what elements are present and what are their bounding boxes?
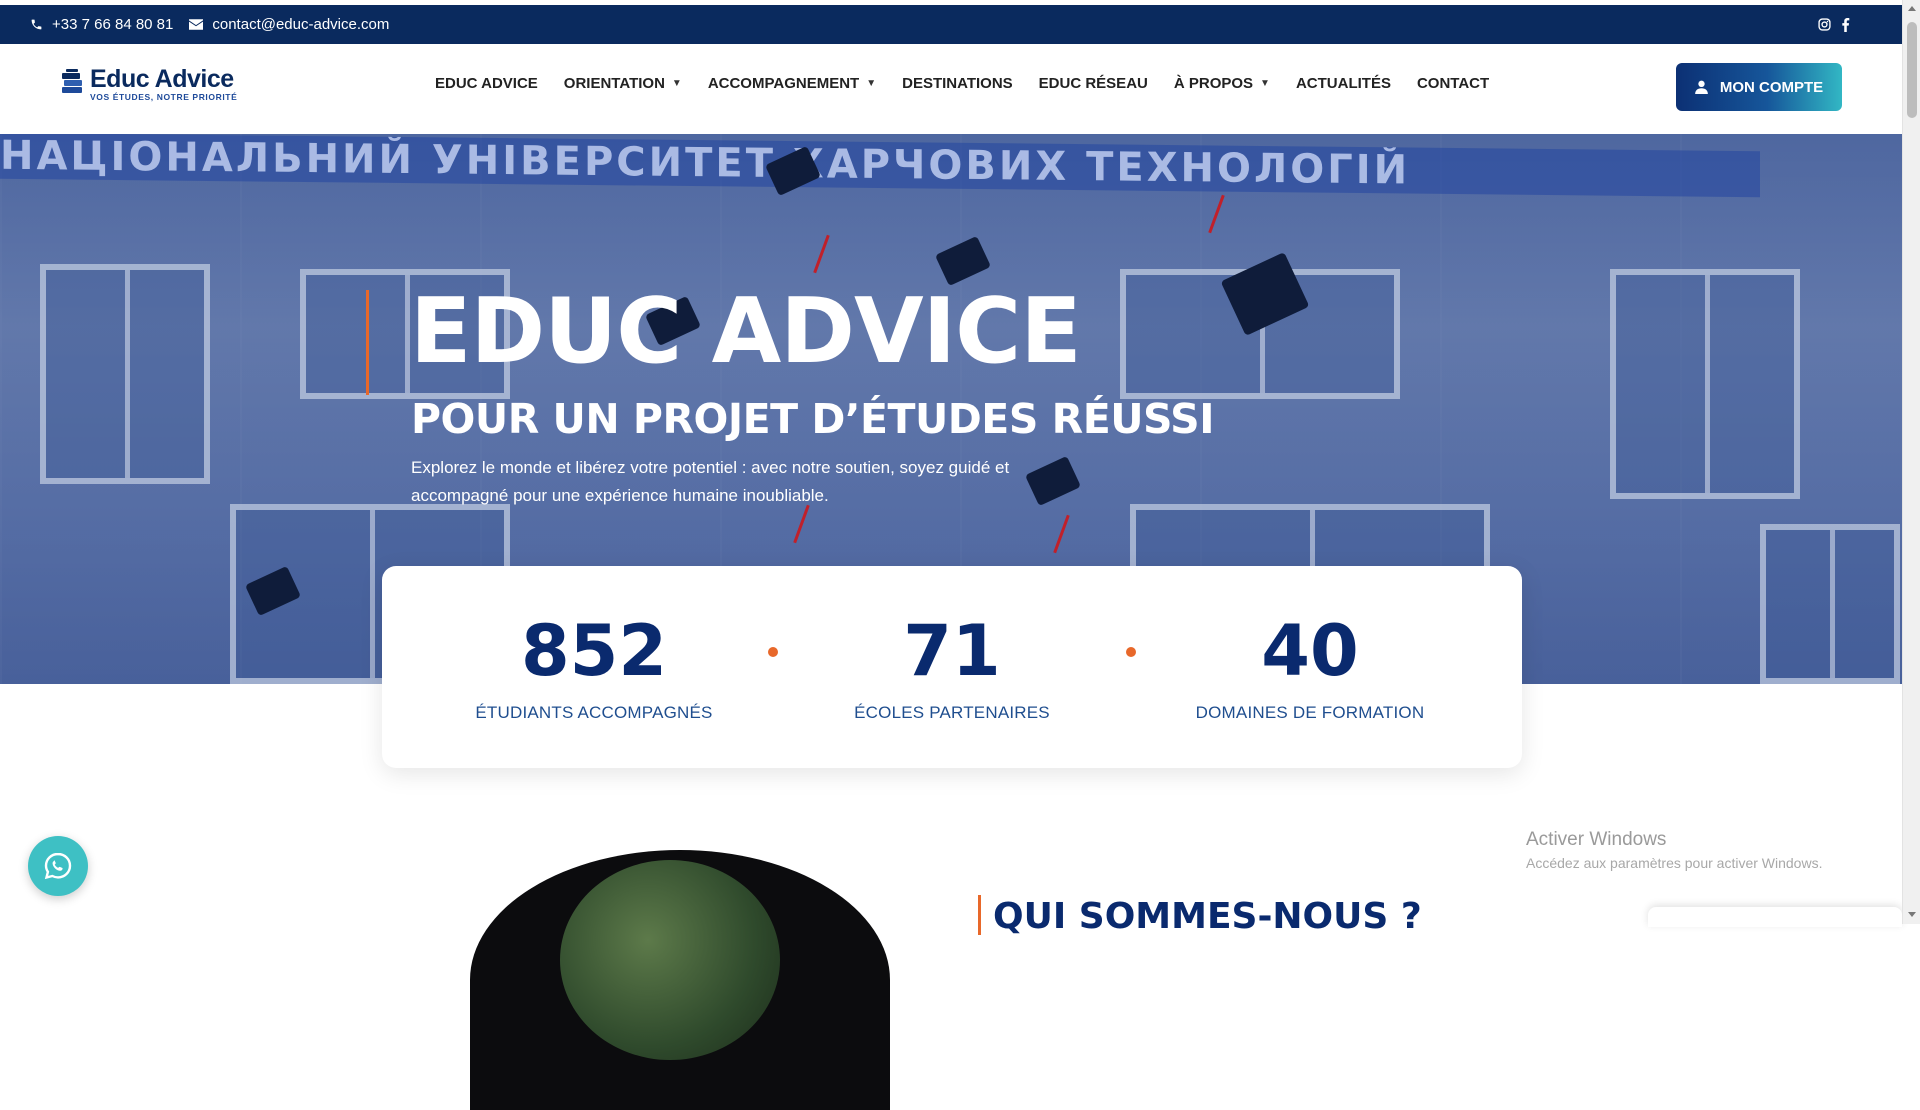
tassel-image bbox=[1053, 514, 1070, 554]
hero-subtitle: POUR UN PROJET D’ÉTUDES RÉUSSI bbox=[411, 395, 1214, 443]
contact-info: +33 7 66 84 80 81 contact@educ-advice.co… bbox=[30, 16, 389, 33]
main-header: Educ Advice VOS ÉTUDES, NOTRE PRIORITÉ E… bbox=[0, 44, 1902, 134]
scrollbar-thumb[interactable] bbox=[1907, 22, 1917, 118]
nav-label: ACTUALITÉS bbox=[1295, 75, 1391, 92]
account-button-label: MON COMPTE bbox=[1719, 78, 1824, 96]
user-icon bbox=[1694, 80, 1708, 94]
phone-link[interactable]: +33 7 66 84 80 81 bbox=[30, 16, 173, 33]
envelope-icon bbox=[189, 19, 204, 30]
stat-label: DOMAINES DE FORMATION bbox=[1195, 703, 1425, 722]
tassel-image bbox=[813, 234, 830, 274]
nav-label: EDUC RÉSEAU bbox=[1038, 75, 1148, 92]
nav-label: À PROPOS bbox=[1173, 75, 1254, 92]
phone-icon bbox=[30, 18, 43, 31]
chevron-down-icon: ▼ bbox=[1260, 78, 1270, 89]
whatsapp-icon bbox=[42, 850, 74, 882]
logo-name: Educ Advice bbox=[90, 65, 234, 93]
whatsapp-button[interactable] bbox=[28, 836, 88, 896]
stat-label: ÉTUDIANTS ACCOMPAGNÉS bbox=[475, 703, 713, 722]
building-window bbox=[1760, 524, 1900, 684]
hero-title: EDUC ADVICE bbox=[410, 279, 1082, 384]
scroll-up-icon[interactable] bbox=[1908, 6, 1916, 11]
chevron-down-icon: ▼ bbox=[671, 78, 682, 89]
my-account-button[interactable]: MON COMPTE bbox=[1676, 63, 1842, 111]
nav-label: ACCOMPAGNEMENT bbox=[707, 75, 860, 92]
nav-label: CONTACT bbox=[1416, 75, 1490, 92]
nav-label: ORIENTATION bbox=[563, 75, 665, 92]
instagram-icon[interactable] bbox=[1818, 18, 1831, 31]
building-window bbox=[1610, 269, 1800, 499]
nav-label: EDUC ADVICE bbox=[435, 75, 538, 92]
nav-accompagnement[interactable]: ACCOMPAGNEMENT ▼ bbox=[708, 75, 876, 92]
tassel-image bbox=[1208, 194, 1225, 234]
about-title: QUI SOMMES-NOUS ? bbox=[993, 896, 1422, 937]
top-contact-bar: +33 7 66 84 80 81 contact@educ-advice.co… bbox=[0, 5, 1902, 44]
logo-tagline: VOS ÉTUDES, NOTRE PRIORITÉ bbox=[90, 92, 238, 102]
nav-contact[interactable]: CONTACT bbox=[1417, 75, 1489, 92]
graduation-cap-image bbox=[1024, 455, 1082, 507]
windows-activation-title: Activer Windows bbox=[1526, 829, 1667, 850]
nav-destinations[interactable]: DESTINATIONS bbox=[902, 75, 1013, 92]
email-link[interactable]: contact@educ-advice.com bbox=[189, 16, 389, 33]
site-logo[interactable]: Educ Advice VOS ÉTUDES, NOTRE PRIORITÉ bbox=[60, 66, 237, 102]
section-accent-line bbox=[978, 895, 981, 935]
main-navigation: EDUC ADVICE ORIENTATION ▼ ACCOMPAGNEMENT ▼… bbox=[435, 75, 1515, 92]
stat-domains: 40 DOMAINES DE FORMATION bbox=[1180, 611, 1440, 723]
about-image bbox=[470, 850, 890, 1110]
stat-value: 40 bbox=[1261, 610, 1359, 692]
nav-a-propos[interactable]: À PROPOS ▼ bbox=[1174, 75, 1270, 92]
stat-value: 71 bbox=[903, 610, 1001, 692]
scroll-down-icon[interactable] bbox=[1908, 912, 1916, 917]
building-window bbox=[40, 264, 210, 484]
bottom-right-widget[interactable] bbox=[1648, 907, 1902, 927]
stats-card: 852 ÉTUDIANTS ACCOMPAGNÉS 71 ÉCOLES PART… bbox=[382, 566, 1522, 768]
windows-activation-subtitle: Accédez aux paramètres pour activer Wind… bbox=[1526, 855, 1823, 871]
social-links bbox=[1818, 17, 1872, 32]
stat-value: 852 bbox=[520, 610, 668, 692]
books-logo-icon bbox=[60, 68, 84, 100]
hero-description: Explorez le monde et libérez votre poten… bbox=[411, 458, 1010, 505]
nav-orientation[interactable]: ORIENTATION ▼ bbox=[564, 75, 682, 92]
nav-actualites[interactable]: ACTUALITÉS bbox=[1296, 75, 1391, 92]
stat-schools: 71 ÉCOLES PARTENAIRES bbox=[822, 611, 1082, 723]
nav-label: DESTINATIONS bbox=[902, 75, 1013, 92]
nav-educ-reseau[interactable]: EDUC RÉSEAU bbox=[1039, 75, 1148, 92]
nav-educ-advice[interactable]: EDUC ADVICE bbox=[435, 75, 538, 92]
chevron-down-icon: ▼ bbox=[866, 78, 877, 89]
tassel-image bbox=[793, 504, 810, 544]
vertical-scrollbar[interactable] bbox=[1902, 0, 1920, 924]
building-sign: НАЦІОНАЛЬНИЙ УНІВЕРСИТЕТ ХАРЧОВИХ ТЕХНОЛ… bbox=[0, 134, 1760, 198]
separator-dot bbox=[1126, 647, 1136, 657]
stat-students: 852 ÉTUDIANTS ACCOMPAGNÉS bbox=[464, 611, 724, 723]
separator-dot bbox=[768, 647, 778, 657]
facebook-icon[interactable] bbox=[1841, 17, 1850, 32]
email-address: contact@educ-advice.com bbox=[212, 16, 390, 33]
phone-number: +33 7 66 84 80 81 bbox=[52, 16, 174, 33]
title-accent-line bbox=[366, 290, 369, 395]
stat-label: ÉCOLES PARTENAIRES bbox=[854, 703, 1050, 722]
